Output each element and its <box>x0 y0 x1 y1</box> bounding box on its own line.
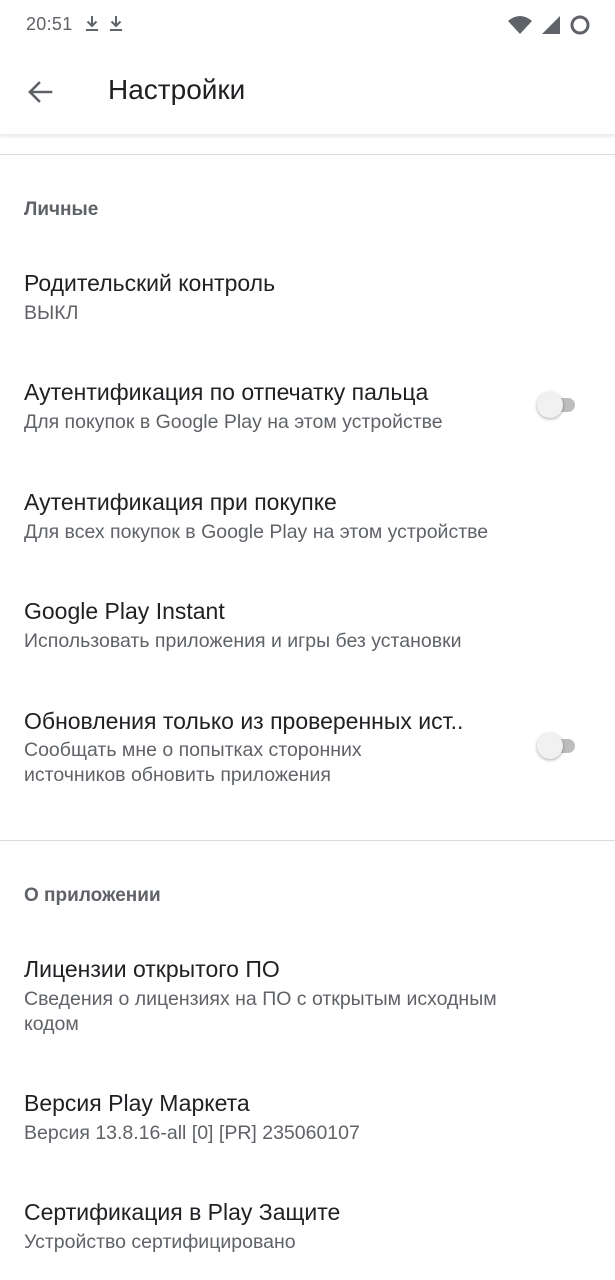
item-subtitle: ВЫКЛ <box>24 302 79 324</box>
divider <box>0 840 615 841</box>
item-title: Сертификация в Play Защите <box>24 1199 341 1225</box>
battery-icon <box>570 15 590 35</box>
settings-item-play-store-version[interactable]: Версия Play Маркета Версия 13.8.16-all [… <box>0 1090 615 1160</box>
item-title: Аутентификация по отпечатку пальца <box>24 379 429 405</box>
settings-item-purchase-auth[interactable]: Аутентификация при покупке Для всех поку… <box>0 489 615 559</box>
settings-item-open-source-licenses[interactable]: Лицензии открытого ПО Сведения о лицензи… <box>0 956 615 1046</box>
toggle-thumb <box>537 733 563 759</box>
settings-item-play-protect-certification[interactable]: Сертификация в Play Защите Устройство се… <box>0 1199 615 1269</box>
item-title: Лицензии открытого ПО <box>24 956 280 982</box>
toggle-thumb <box>537 392 563 418</box>
item-subtitle: Устройство сертифицировано <box>24 1231 296 1253</box>
settings-item-verified-updates[interactable]: Обновления только из проверенных ист.. С… <box>0 708 615 798</box>
item-title: Родительский контроль <box>24 270 276 296</box>
settings-item-google-play-instant[interactable]: Google Play Instant Использовать приложе… <box>0 598 615 668</box>
download-icon <box>110 16 122 31</box>
status-time: 20:51 <box>26 14 73 34</box>
item-subtitle-line2: источников обновить приложения <box>24 764 331 786</box>
item-subtitle: Для всех покупок в Google Play на этом у… <box>24 521 489 543</box>
item-title: Аутентификация при покупке <box>24 489 337 515</box>
item-title: Обновления только из проверенных ист.. <box>24 708 464 734</box>
verified-updates-toggle[interactable] <box>537 730 575 762</box>
item-subtitle-line1: Сведения о лицензиях на ПО с открытым ис… <box>24 988 497 1010</box>
item-subtitle: Использовать приложения и игры без устан… <box>24 630 462 652</box>
fingerprint-toggle[interactable] <box>537 389 575 421</box>
item-title: Версия Play Маркета <box>24 1090 250 1116</box>
item-subtitle: Версия 13.8.16-all [0] [PR] 235060107 <box>24 1122 360 1144</box>
page-title: Настройки <box>108 74 246 105</box>
signal-icon <box>542 16 560 34</box>
settings-item-fingerprint-auth[interactable]: Аутентификация по отпечатку пальца Для п… <box>0 379 615 449</box>
settings-item-parental-control[interactable]: Родительский контроль ВЫКЛ <box>0 270 615 340</box>
item-subtitle-line1: Сообщать мне о попытках сторонних <box>24 739 362 761</box>
divider <box>0 154 615 155</box>
section-header-about: О приложении <box>24 885 161 906</box>
download-icon <box>86 16 98 31</box>
item-subtitle: Для покупок в Google Play на этом устрой… <box>24 411 443 433</box>
wifi-icon <box>508 16 532 34</box>
item-subtitle-line2: кодом <box>24 1013 79 1035</box>
section-header-personal: Личные <box>24 199 99 220</box>
item-title: Google Play Instant <box>24 598 225 624</box>
status-icons <box>507 13 591 37</box>
status-bar: 20:51 <box>0 0 615 50</box>
arrow-back-icon[interactable] <box>24 76 56 108</box>
app-bar: Настройки <box>0 50 615 135</box>
